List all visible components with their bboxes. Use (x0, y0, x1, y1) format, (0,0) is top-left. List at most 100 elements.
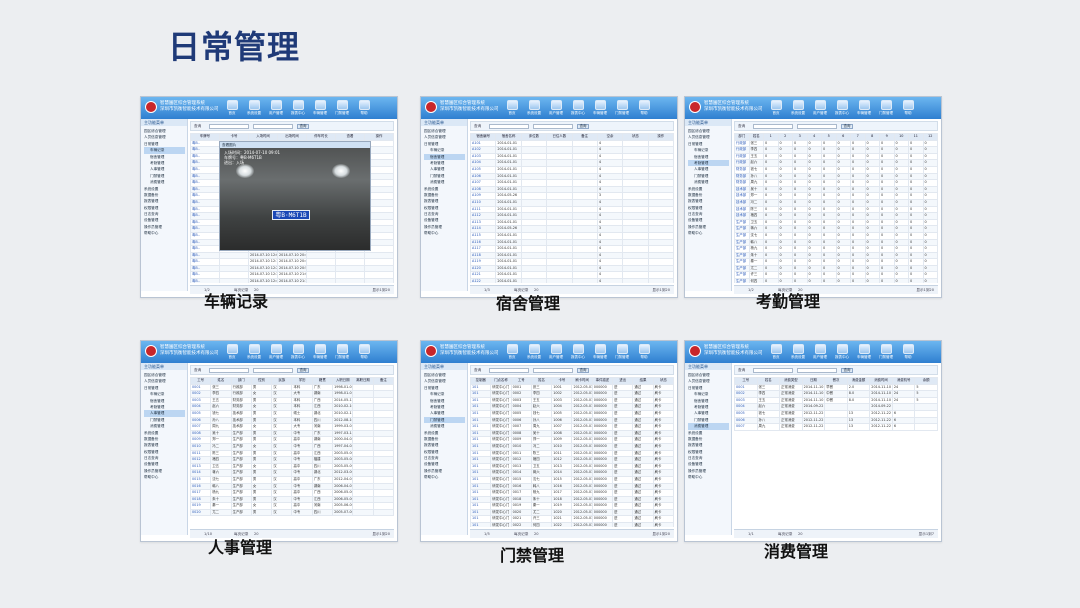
date-input[interactable] (533, 368, 573, 373)
table-row[interactable]: 0007周九正常消费2012-11-22 132012-11-22 11:446 (734, 423, 938, 431)
top-nav-label[interactable]: 用户管理 (267, 111, 285, 116)
column-header[interactable]: 床位数 (520, 133, 548, 141)
table-row[interactable]: 101研发中心门0017杨九10172012-05-01 08:40000000… (470, 489, 674, 497)
table-row[interactable]: 技术部 冯二 0 0 0 0 0 0 0 0 0 0 0 0 (734, 198, 938, 207)
column-header[interactable]: 5 (821, 133, 837, 141)
column-header[interactable]: 民族 (271, 377, 293, 385)
column-header[interactable]: 结果 (632, 377, 654, 385)
nav-tree-item[interactable]: 帮助中心 (424, 230, 465, 236)
query-button[interactable]: 查询 (297, 368, 309, 373)
table-row[interactable]: A107 2014-01-01 4 (470, 179, 674, 187)
column-header[interactable]: 工号 (190, 377, 212, 385)
column-header[interactable]: 餐次 (824, 377, 848, 385)
search-input[interactable] (489, 368, 529, 373)
table-row[interactable]: 生产部 尤二 0 0 0 0 0 0 0 0 0 0 0 0 (734, 264, 938, 273)
top-nav-label[interactable]: 系统设置 (245, 111, 263, 116)
column-header[interactable]: 姓名 (210, 377, 232, 385)
table-row[interactable]: 0010 冯二 生产部女汉中专 广西 1997-04-05 (190, 442, 394, 451)
table-row[interactable]: 101研发中心门0012褚四10122012-05-01 08:27000000… (470, 456, 674, 464)
nav-tree-item[interactable]: 帮助中心 (688, 230, 729, 236)
table-row[interactable]: 101研发中心门0008吴十10082012-05-01 08:18000000… (470, 429, 674, 438)
table-row[interactable]: A115 2014-01-01 4 (470, 231, 674, 240)
top-nav-label[interactable]: 用户管理 (811, 355, 829, 360)
query-button[interactable]: 查询 (577, 368, 589, 373)
table-row[interactable]: 0012 褚四 生产部男汉中专 福建 2003-05-08 (190, 456, 394, 464)
table-row[interactable]: 生产部 杨九 0 0 0 0 0 0 0 0 0 0 0 0 (734, 245, 938, 253)
top-nav-label[interactable]: 系统设置 (525, 355, 543, 360)
column-header[interactable]: 姓名 (530, 377, 553, 385)
table-row[interactable]: 技术部 褚四 0 0 0 0 0 0 0 0 0 0 0 0 (734, 212, 938, 220)
column-header[interactable]: 宿舍名称 (495, 133, 522, 141)
table-row[interactable]: 101研发中心门0015沈七10152012-05-01 08:35000000… (470, 475, 674, 484)
column-header[interactable]: 出场时间 (277, 133, 307, 141)
table-row[interactable]: 101研发中心门0004赵六10042012-05-01 08:07000000… (470, 403, 674, 411)
column-header[interactable]: 余额 (914, 377, 938, 385)
table-row[interactable]: 粤B.. 2014-07-10 12:042014-07-10 20:40 (190, 251, 394, 260)
table-row[interactable]: 粤B.. 2014-07-10 12:272014-07-10 20:57 (190, 264, 394, 273)
top-nav-label[interactable]: 门禁管理 (333, 355, 351, 360)
column-header[interactable]: 8 (864, 133, 880, 141)
table-row[interactable]: 101研发中心门0019秦一10192012-05-01 08:45000000… (470, 502, 674, 510)
date-input[interactable] (797, 124, 837, 129)
table-row[interactable]: 0003 王五 财务部男汉本科 广西 2014-05-12 (190, 396, 394, 405)
table-row[interactable]: 101研发中心门0022何四10222012-05-01 08:52000000… (470, 522, 674, 527)
column-header[interactable]: 日期 (801, 377, 826, 385)
database-icon[interactable] (837, 344, 848, 354)
column-header[interactable]: 入场时间 (248, 133, 278, 141)
top-nav-label[interactable]: 报表中心 (569, 111, 587, 116)
table-row[interactable]: A120 2014-01-01 4 (470, 264, 674, 273)
monitor-icon[interactable] (529, 344, 540, 354)
top-nav-label[interactable]: 门禁管理 (877, 111, 895, 116)
database-icon[interactable] (573, 100, 584, 110)
column-header[interactable]: 控制器 (470, 377, 492, 385)
table-row[interactable]: 101研发中心门0009郑一10092012-05-01 08:20000000… (470, 436, 674, 444)
table-row[interactable]: 行政部 张三 0 0 0 0 0 0 0 0 0 0 0 0 (734, 139, 938, 148)
door-icon[interactable] (617, 344, 628, 354)
door-icon[interactable] (337, 344, 348, 354)
page-size-select[interactable]: 20 (534, 530, 539, 538)
column-header[interactable]: 状态 (622, 133, 649, 141)
table-row[interactable]: 0017 杨九 生产部男汉高中 广西 2006-05-06 (190, 489, 394, 497)
top-nav-label[interactable]: 车辆管理 (855, 355, 873, 360)
top-nav-label[interactable]: 用户管理 (547, 355, 565, 360)
column-header[interactable]: 查看 (335, 133, 365, 141)
top-nav-label[interactable]: 车辆管理 (855, 111, 873, 116)
home-icon[interactable] (227, 100, 238, 110)
column-header[interactable]: 消费时间 (869, 377, 893, 385)
table-row[interactable]: A104 2014-01-01 4 (470, 159, 674, 167)
top-nav-label[interactable]: 门禁管理 (877, 355, 895, 360)
table-row[interactable]: 101研发中心门0011陈三10112012-05-01 08:25000000… (470, 449, 674, 458)
home-icon[interactable] (771, 344, 782, 354)
car-icon[interactable] (315, 100, 326, 110)
top-nav-label[interactable]: 门禁管理 (613, 111, 631, 116)
table-row[interactable]: 101研发中心门0018朱十10182012-05-01 08:42000000… (470, 495, 674, 504)
table-row[interactable]: 0003王五正常消费2014-11-10中餐8.02014-11-10 12:0… (734, 396, 938, 405)
table-row[interactable]: 0018 朱十 生产部男汉中专 江西 2006-05-06 (190, 495, 394, 504)
search-input[interactable] (209, 124, 249, 129)
column-header[interactable]: 4 (806, 133, 822, 141)
monitor-icon[interactable] (249, 100, 260, 110)
database-icon[interactable] (837, 100, 848, 110)
column-header[interactable]: 12 (922, 133, 938, 141)
table-row[interactable]: 0006 孙八 技术部男汉本科 四川 2012-08-10 (190, 416, 394, 425)
table-row[interactable]: 101研发中心门0010冯二10102012-05-01 08:22000000… (470, 442, 674, 451)
column-header[interactable]: 已住人数 (546, 133, 573, 141)
table-row[interactable]: 101研发中心门0013卫五10132012-05-01 08:30000000… (470, 462, 674, 471)
search-input[interactable] (753, 368, 793, 373)
table-row[interactable]: 0008 吴十 生产部男汉中专 广东 1997-03-15 (190, 429, 394, 438)
table-row[interactable]: 0005 钱七 技术部男汉硕士 湖北 2010-02-17 (190, 409, 394, 418)
table-row[interactable]: 生产部 沈七 0 0 0 0 0 0 0 0 0 0 0 0 (734, 231, 938, 240)
help-icon[interactable] (903, 100, 914, 110)
search-input[interactable] (489, 124, 529, 129)
table-row[interactable]: 0007 周九 技术部女汉大专 河南 1999-03-01 (190, 423, 394, 431)
table-row[interactable]: 生产部 蒋六 0 0 0 0 0 0 0 0 0 0 0 0 (734, 225, 938, 233)
database-icon[interactable] (293, 100, 304, 110)
table-row[interactable]: 0004赵六正常消费2014-09-22 2014-09-22 11:50 (734, 403, 938, 411)
table-row[interactable]: A101 2014-01-01 4 (470, 139, 674, 148)
home-icon[interactable] (771, 100, 782, 110)
top-nav-label[interactable]: 门禁管理 (613, 355, 631, 360)
users-icon[interactable] (271, 344, 282, 354)
column-header[interactable]: 学历 (291, 377, 313, 385)
table-row[interactable]: A117 2014-01-01 4 (470, 245, 674, 253)
table-row[interactable]: 技术部 吴十 0 0 0 0 0 0 0 0 0 0 0 0 (734, 185, 938, 194)
